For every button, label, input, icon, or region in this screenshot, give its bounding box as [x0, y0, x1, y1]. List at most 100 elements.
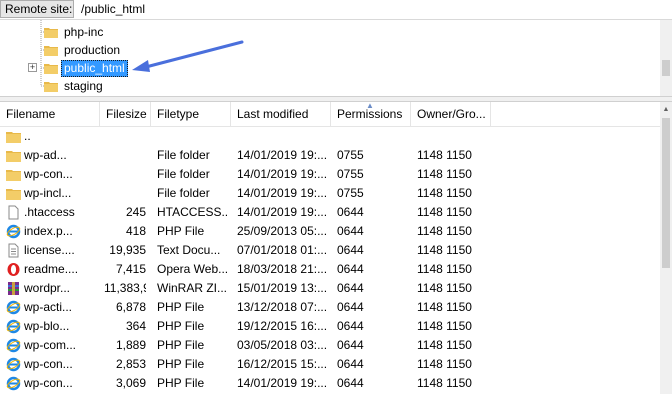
file-size: 11,383,968 — [104, 281, 146, 295]
permissions: 0755 — [337, 186, 364, 200]
table-row[interactable]: license.... 19,935 Text Docu... 07/01/2018 … — [0, 241, 660, 260]
table-row[interactable]: wordpr... 11,383,968 WinRAR ZI... 15/01/201… — [0, 279, 660, 298]
last-modified: 14/01/2019 19:... — [237, 186, 327, 200]
permissions: 0644 — [337, 376, 364, 390]
table-row[interactable]: index.p... 418 PHP File 25/09/2013 05:... 06… — [0, 222, 660, 241]
table-row[interactable]: wp-incl... File folder 14/01/2019 19:... 07… — [0, 184, 660, 203]
owner-group: 1148 1150 — [417, 148, 472, 162]
file-icon — [6, 205, 21, 220]
last-modified: 14/01/2019 19:... — [237, 148, 327, 162]
owner-group: 1148 1150 — [417, 224, 472, 238]
file-name: wp-com... — [24, 338, 77, 352]
file-name: .htaccess — [24, 205, 75, 219]
tree-scrollbar[interactable] — [660, 20, 672, 96]
table-row[interactable]: readme.... 7,415 Opera Web... 18/03/2018 21… — [0, 260, 660, 279]
file-type: PHP File — [157, 338, 205, 352]
file-type — [157, 127, 229, 146]
file-name: readme.... — [24, 262, 79, 276]
file-name: wp-con... — [24, 167, 73, 181]
permissions: 0644 — [337, 205, 364, 219]
ie-icon — [6, 376, 21, 391]
ie-icon — [6, 319, 21, 334]
expand-toggle[interactable]: + — [28, 63, 37, 72]
owner-group: 1148 1150 — [417, 300, 472, 314]
owner-group: 1148 1150 — [417, 319, 472, 333]
file-size: 7,415 — [115, 262, 146, 276]
sort-indicator-icon: ▲ — [366, 102, 374, 110]
table-row[interactable]: wp-ad... File folder 14/01/2019 19:... 0755… — [0, 146, 660, 165]
table-row[interactable]: wp-con... 3,069 PHP File 14/01/2019 19:... 0… — [0, 374, 660, 393]
file-name: license.... — [24, 243, 75, 257]
owner-group: 1148 1150 — [417, 186, 472, 200]
permissions: 0644 — [337, 338, 364, 352]
table-row[interactable]: .htaccess 245 HTACCESS... 14/01/2019 19:...… — [0, 203, 660, 222]
table-row[interactable]: .. — [0, 127, 660, 146]
tree-item-label-selected: public_html — [61, 60, 128, 77]
folder-icon — [44, 28, 58, 38]
tree-item-label: production — [64, 43, 121, 57]
file-size: 245 — [125, 205, 146, 219]
file-type: PHP File — [157, 357, 205, 371]
owner-group — [417, 127, 497, 146]
last-modified: 15/01/2019 13:... — [237, 281, 327, 295]
directory-tree: php-inc production + public_html staging — [0, 20, 672, 96]
last-modified: 13/12/2018 07:... — [237, 300, 327, 314]
file-name: wp-blo... — [24, 319, 70, 333]
owner-group: 1148 1150 — [417, 338, 472, 352]
permissions: 0755 — [337, 167, 364, 181]
owner-group: 1148 1150 — [417, 243, 472, 257]
column-header-filesize[interactable]: Filesize — [100, 102, 151, 126]
ie-icon — [6, 224, 21, 239]
tree-item-staging[interactable]: staging — [0, 77, 200, 95]
column-header-filename[interactable]: Filename — [0, 102, 100, 126]
permissions: 0644 — [337, 300, 364, 314]
table-row[interactable]: wp-con... 2,853 PHP File 16/12/2015 15:... 0… — [0, 355, 660, 374]
table-row[interactable]: wp-acti... 6,878 PHP File 13/12/2018 07:...… — [0, 298, 660, 317]
owner-group: 1148 1150 — [417, 262, 472, 276]
last-modified: 18/03/2018 21:... — [237, 262, 327, 276]
scroll-up-icon[interactable]: ▲ — [660, 104, 672, 116]
table-row[interactable]: wp-con... File folder 14/01/2019 19:... 075… — [0, 165, 660, 184]
last-modified: 14/01/2019 19:... — [237, 205, 327, 219]
tree-scrollbar-thumb[interactable] — [662, 60, 670, 76]
remote-path-input[interactable] — [77, 0, 672, 19]
tree-item-label: php-inc — [64, 25, 104, 39]
remote-site-bar: Remote site: — [0, 0, 672, 20]
folder-icon — [44, 64, 58, 74]
last-modified: 07/01/2018 01:... — [237, 243, 327, 257]
last-modified: 03/05/2018 03:... — [237, 338, 327, 352]
permissions: 0644 — [337, 319, 364, 333]
column-header-last-modified[interactable]: Last modified — [231, 102, 331, 126]
file-size: 2,853 — [115, 357, 146, 371]
file-size — [104, 165, 146, 184]
folder-icon — [6, 186, 21, 201]
table-row[interactable]: wp-blo... 364 PHP File 19/12/2015 16:... 064… — [0, 317, 660, 336]
column-header-filetype[interactable]: Filetype — [151, 102, 231, 126]
permissions: 0644 — [337, 262, 364, 276]
file-type: PHP File — [157, 376, 205, 390]
file-type: Opera Web... — [157, 262, 229, 276]
permissions: 0755 — [337, 148, 364, 162]
file-list: Filename Filesize Filetype Last modified… — [0, 102, 660, 394]
file-type: File folder — [157, 167, 210, 181]
ie-icon — [6, 300, 21, 315]
owner-group: 1148 1150 — [417, 376, 472, 390]
file-list-scrollbar-thumb[interactable] — [662, 118, 670, 268]
ie-icon — [6, 357, 21, 372]
permissions — [337, 127, 407, 146]
last-modified: 25/09/2013 05:... — [237, 224, 327, 238]
file-name: wp-ad... — [24, 148, 67, 162]
file-size — [104, 127, 146, 146]
table-row[interactable]: wp-com... 1,889 PHP File 03/05/2018 03:... 0… — [0, 336, 660, 355]
file-type: PHP File — [157, 224, 205, 238]
file-size: 418 — [125, 224, 146, 238]
owner-group: 1148 1150 — [417, 281, 472, 295]
folder-icon — [44, 82, 58, 92]
file-type: HTACCESS... — [157, 205, 229, 219]
file-size: 1,889 — [115, 338, 146, 352]
file-size: 364 — [125, 319, 146, 333]
file-name: index.p... — [24, 224, 73, 238]
last-modified — [237, 127, 327, 146]
file-name: wp-acti... — [24, 300, 73, 314]
column-header-owner-group[interactable]: Owner/Gro... — [411, 102, 491, 126]
